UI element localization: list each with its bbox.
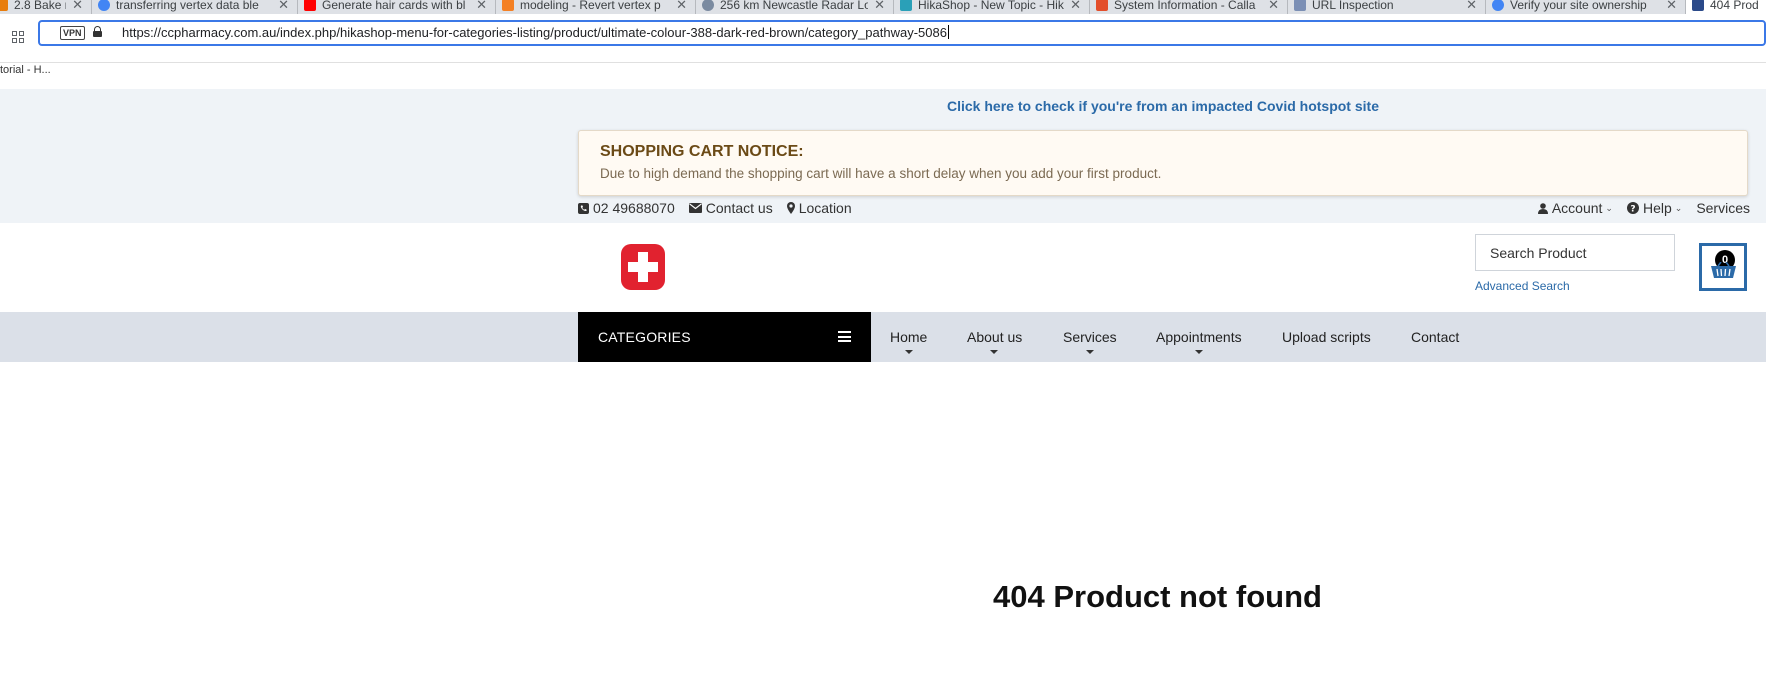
categories-label: CATEGORIES: [598, 329, 691, 345]
user-icon: [1537, 202, 1548, 214]
phone-link[interactable]: 02 49688070: [578, 200, 675, 216]
account-menu[interactable]: Account ⌄: [1537, 200, 1613, 216]
apps-grid-icon[interactable]: [12, 31, 24, 43]
nav-item-label: Home: [890, 329, 928, 345]
browser-toolbar: VPN https://ccpharmacy.com.au/index.php/…: [0, 14, 1766, 76]
tab-close-icon[interactable]: ✕: [676, 0, 687, 13]
tab-title: 256 km Newcastle Radar Lo: [720, 0, 869, 12]
contact-us-label: Contact us: [705, 200, 773, 216]
tab-favicon-icon: [502, 0, 514, 11]
browser-tab[interactable]: Generate hair cards with bl ✕: [298, 0, 496, 14]
tab-close-icon[interactable]: ✕: [72, 0, 83, 13]
search-product-input[interactable]: [1475, 234, 1675, 271]
browser-tab-active[interactable]: 404 Prod: [1686, 0, 1766, 14]
bookmark-item[interactable]: torial - H...: [0, 64, 51, 76]
envelope-icon: [688, 203, 702, 213]
advanced-search-link[interactable]: Advanced Search: [1475, 279, 1570, 293]
tab-favicon-icon: [304, 0, 316, 11]
tab-favicon-icon: [98, 0, 110, 11]
nav-item-label: About us: [967, 329, 1023, 345]
tab-title: 2.8 Bake multi: [14, 0, 66, 12]
caret-down-icon: [990, 350, 998, 354]
services-link[interactable]: Services: [1696, 200, 1750, 216]
notice-body: Due to high demand the shopping cart wil…: [600, 166, 1162, 181]
utility-bar-right: Account ⌄ ? Help ⌄ Services: [1524, 199, 1750, 217]
covid-hotspot-link[interactable]: Click here to check if you're from an im…: [947, 98, 1379, 114]
tab-close-icon[interactable]: ✕: [1466, 0, 1477, 13]
utility-bar-left: 02 49688070 Contact us Location: [578, 199, 866, 217]
basket-icon: [1711, 262, 1736, 278]
account-label: Account: [1551, 200, 1603, 216]
tab-favicon-icon: [1096, 0, 1108, 11]
browser-tab[interactable]: HikaShop - New Topic - Hik ✕: [894, 0, 1090, 14]
browser-tab[interactable]: 2.8 Bake multi ✕: [0, 0, 92, 14]
categories-menu-button[interactable]: CATEGORIES: [578, 312, 871, 362]
caret-down-icon: [905, 350, 913, 354]
tab-favicon-icon: [900, 0, 912, 11]
tab-favicon-icon: [702, 0, 714, 11]
browser-tab[interactable]: modeling - Revert vertex p ✕: [496, 0, 696, 14]
hamburger-menu-icon: [838, 331, 851, 342]
tab-close-icon[interactable]: ✕: [1666, 0, 1677, 13]
shopping-cart-notice: SHOPPING CART NOTICE: Due to high demand…: [578, 130, 1748, 196]
tab-favicon-icon: [1492, 0, 1504, 11]
browser-tab[interactable]: 256 km Newcastle Radar Lo ✕: [696, 0, 894, 14]
tab-title: System Information - Calla: [1114, 0, 1256, 12]
help-menu[interactable]: ? Help ⌄: [1626, 200, 1683, 216]
error-heading: 404 Product not found: [993, 579, 1322, 614]
tab-title: Generate hair cards with bl: [322, 0, 466, 12]
location-label: Location: [798, 200, 852, 216]
nav-item-label: Services: [1063, 329, 1117, 345]
cart-button[interactable]: 0: [1699, 243, 1747, 291]
lock-icon[interactable]: [93, 26, 102, 37]
tab-favicon-icon: [1294, 0, 1306, 11]
address-bar[interactable]: VPN https://ccpharmacy.com.au/index.php/…: [38, 20, 1766, 46]
contact-us-link[interactable]: Contact us: [688, 200, 773, 216]
services-label: Services: [1696, 200, 1750, 216]
location-link[interactable]: Location: [786, 200, 852, 216]
nav-item-label: Appointments: [1156, 329, 1242, 345]
vpn-badge[interactable]: VPN: [60, 26, 85, 40]
notice-title: SHOPPING CART NOTICE:: [600, 143, 804, 160]
tab-title: HikaShop - New Topic - Hik: [918, 0, 1064, 12]
browser-tab[interactable]: Verify your site ownership ✕: [1486, 0, 1686, 14]
caret-down-icon: [1195, 350, 1203, 354]
chevron-down-icon: ⌄: [1674, 202, 1683, 213]
phone-number: 02 49688070: [593, 200, 675, 216]
chevron-down-icon: ⌄: [1605, 202, 1613, 213]
browser-tab-strip: 2.8 Bake multi ✕ transferring vertex dat…: [0, 0, 1766, 14]
nav-item-label: Upload scripts: [1282, 329, 1371, 345]
browser-tab[interactable]: System Information - Calla ✕: [1090, 0, 1288, 14]
tab-title: Verify your site ownership: [1510, 0, 1647, 12]
tab-close-icon[interactable]: ✕: [874, 0, 885, 13]
tab-close-icon[interactable]: ✕: [1070, 0, 1081, 13]
phone-icon: [578, 202, 589, 214]
browser-tab[interactable]: transferring vertex data ble ✕: [92, 0, 298, 14]
question-circle-icon: ?: [1626, 202, 1639, 214]
browser-tab[interactable]: URL Inspection ✕: [1288, 0, 1486, 14]
tab-favicon-icon: [1692, 0, 1704, 11]
tab-title: transferring vertex data ble: [116, 0, 259, 12]
main-nav-bar: [0, 312, 1766, 362]
tab-close-icon[interactable]: ✕: [278, 0, 289, 13]
tab-close-icon[interactable]: ✕: [476, 0, 487, 13]
map-marker-icon: [786, 202, 795, 214]
nav-item-label: Contact: [1411, 329, 1460, 345]
tab-favicon-icon: [0, 0, 8, 11]
tab-title: URL Inspection: [1312, 0, 1394, 12]
svg-text:?: ?: [1630, 204, 1635, 214]
pharmacy-cross-logo[interactable]: [621, 244, 665, 290]
caret-down-icon: [1086, 350, 1094, 354]
url-text[interactable]: https://ccpharmacy.com.au/index.php/hika…: [122, 25, 949, 40]
tab-close-icon[interactable]: ✕: [1268, 0, 1279, 13]
tab-title: 404 Prod: [1710, 0, 1759, 12]
help-label: Help: [1642, 200, 1672, 216]
tab-title: modeling - Revert vertex p: [520, 0, 661, 12]
